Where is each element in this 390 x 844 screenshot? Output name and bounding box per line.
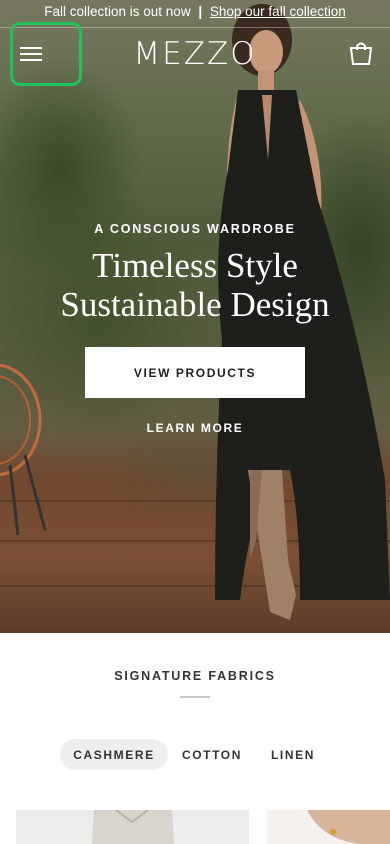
- hero-eyebrow: A CONSCIOUS WARDROBE: [94, 222, 296, 236]
- hero-title: Timeless Style Sustainable Design: [0, 246, 390, 324]
- shop-fall-link[interactable]: Shop our fall collection: [210, 4, 346, 19]
- section-title: SIGNATURE FABRICS: [114, 669, 276, 683]
- product-card[interactable]: [267, 810, 390, 844]
- product-image: [307, 810, 390, 844]
- hamburger-menu-icon: [20, 47, 42, 61]
- product-image: [92, 810, 174, 844]
- announcement-separator: |: [198, 4, 203, 19]
- announcement-text: Fall collection is out now: [44, 4, 191, 19]
- tab-cotton[interactable]: COTTON: [172, 739, 252, 770]
- shopping-bag-icon[interactable]: [348, 40, 374, 66]
- announcement-bar: Fall collection is out now | Shop our fa…: [0, 4, 390, 19]
- hero-title-line1: Timeless Style: [92, 246, 298, 285]
- view-products-button[interactable]: VIEW PRODUCTS: [85, 347, 305, 398]
- menu-button[interactable]: [10, 22, 82, 86]
- hero-title-line2: Sustainable Design: [60, 285, 330, 324]
- tab-linen[interactable]: LINEN: [260, 739, 326, 770]
- learn-more-link[interactable]: LEARN MORE: [0, 421, 390, 435]
- section-divider: [180, 696, 210, 698]
- product-card[interactable]: [16, 810, 249, 844]
- fabric-tabs: CASHMERE COTTON LINEN: [0, 739, 390, 770]
- tab-cashmere[interactable]: CASHMERE: [60, 739, 168, 770]
